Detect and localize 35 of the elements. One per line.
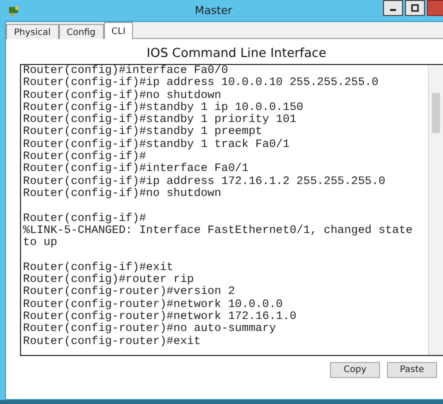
console-line: Router(config-if)#standby 1 track Fa0/1 bbox=[23, 138, 291, 151]
console-line: Router(config-if)#standby 1 preempt bbox=[23, 126, 264, 138]
console-line: Router(config)#interface Fa0/0 bbox=[23, 65, 230, 77]
console-line: Router(config-if)#standby 1 priority 101 bbox=[23, 114, 298, 126]
tab[interactable]: Config bbox=[58, 24, 104, 39]
maximize-button[interactable] bbox=[405, 0, 425, 16]
console-line: Router(config-if)#interface Fa0/1 bbox=[23, 163, 250, 176]
minimize-button[interactable] bbox=[383, 0, 403, 16]
action-button[interactable]: Paste bbox=[387, 362, 437, 378]
console-line: Router(config-if)#no shutdown bbox=[23, 188, 222, 200]
console-line: Router(config)#router rip bbox=[23, 274, 194, 286]
console-line: Router(config-router)#no auto-summary bbox=[23, 323, 277, 336]
tab[interactable]: CLI bbox=[104, 22, 134, 39]
router-icon bbox=[8, 4, 20, 16]
console-line: Router(config-router)#network 172.16.1.0 bbox=[23, 310, 298, 323]
console-line: Router(config-if)#ip address 10.0.0.10 255.255.255.0 bbox=[23, 77, 380, 90]
console-line: Router(config-if)#exit bbox=[23, 262, 174, 274]
panel-heading: IOS Command Line Interface bbox=[146, 44, 328, 62]
scrollbar[interactable] bbox=[428, 65, 443, 355]
scrollbar-thumb[interactable] bbox=[432, 93, 440, 133]
console-line: %LINK-5-CHANGED: Interface FastEthernet0/1, changed state bbox=[23, 224, 414, 237]
close-button[interactable] bbox=[427, 0, 443, 16]
window-title: Master bbox=[194, 4, 234, 17]
action-button[interactable]: Copy bbox=[330, 362, 380, 378]
tab[interactable]: Physical bbox=[6, 24, 59, 39]
console-line: Router(config-if)# bbox=[23, 151, 146, 164]
maximize-icon bbox=[411, 4, 419, 12]
console-line: Router(config-if)#standby 1 ip 10.0.0.150 bbox=[23, 102, 304, 114]
console-line: Router(config-router)#version 2 bbox=[23, 286, 236, 298]
console-line: Router(config-router)#exit bbox=[23, 336, 202, 348]
console-line: Router(config-router)#network 10.0.0.0 bbox=[23, 298, 284, 311]
console-line: Router(config-if)#no shutdown bbox=[23, 90, 222, 102]
console-line: Router(config-if)#ip address 172.16.1.2 255.255.255.0 bbox=[23, 176, 386, 188]
console-line: Router(config-if)# bbox=[23, 212, 146, 225]
console-line: to up bbox=[23, 237, 58, 250]
